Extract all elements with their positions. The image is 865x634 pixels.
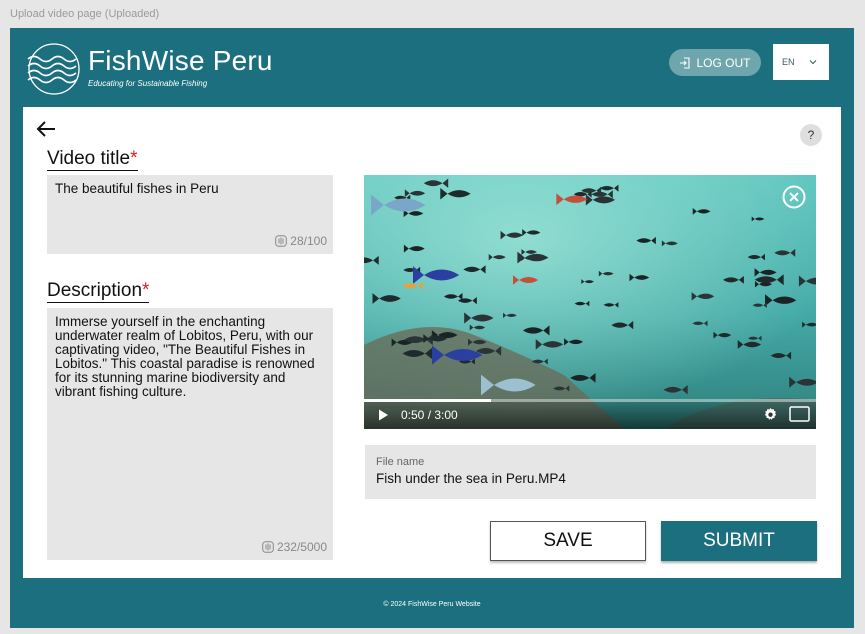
app-frame: FishWise Peru Educating for Sustainable … — [10, 28, 854, 628]
video-time: 0:50 / 3:00 — [401, 408, 458, 422]
save-button[interactable]: SAVE — [490, 521, 646, 561]
video-title-label-text: Video title — [47, 148, 131, 169]
footer-copyright: © 2024 FishWise Peru Website — [383, 601, 481, 608]
video-progress-fill — [364, 399, 491, 402]
help-button[interactable]: ? — [800, 124, 822, 146]
description-char-counter: 232/5000 — [262, 540, 327, 554]
submit-button[interactable]: SUBMIT — [661, 521, 817, 561]
counter-icon — [275, 235, 288, 247]
file-name-value: Fish under the sea in Peru.MP4 — [376, 471, 566, 486]
video-progress-bar[interactable] — [364, 399, 816, 402]
counter-icon — [262, 541, 274, 553]
chevron-down-icon — [809, 60, 817, 65]
description-label-text: Description — [47, 280, 143, 301]
video-title-value: The beautiful fishes in Peru — [55, 181, 219, 196]
brand-tagline: Educating for Sustainable Fishing — [88, 79, 208, 88]
description-textarea[interactable]: Immerse yourself in the enchanting under… — [47, 308, 333, 560]
upload-card: ? Video title* The beautiful fishes in P… — [23, 107, 841, 578]
file-name-label: File name — [376, 456, 425, 468]
video-title-input[interactable]: The beautiful fishes in Peru 28/100 — [47, 175, 333, 254]
brand-name: FishWise Peru — [88, 45, 273, 76]
fullscreen-icon[interactable] — [789, 406, 810, 422]
required-marker: * — [142, 280, 150, 301]
language-value: EN — [782, 57, 795, 67]
video-controls: 0:50 / 3:00 — [364, 399, 816, 429]
arrow-left-icon[interactable] — [35, 118, 57, 140]
description-counter-text: 232/5000 — [276, 540, 327, 554]
description-value: Immerse yourself in the enchanting under… — [55, 314, 315, 399]
title-char-counter: 28/100 — [275, 234, 327, 248]
description-label: Description* — [47, 280, 150, 303]
page-caption: Upload video page (Uploaded) — [10, 8, 160, 20]
video-player[interactable]: 0:50 / 3:00 — [364, 175, 816, 429]
video-title-label: Video title* — [47, 148, 138, 171]
required-marker: * — [130, 148, 138, 169]
brand-logo[interactable]: FishWise Peru Educating for Sustainable … — [26, 41, 272, 97]
title-counter-text: 28/100 — [290, 234, 327, 248]
language-select[interactable]: EN — [773, 44, 829, 80]
waves-logo-icon — [27, 43, 80, 95]
video-frame-image — [364, 175, 816, 429]
logout-icon — [680, 56, 691, 69]
gear-icon[interactable] — [763, 407, 778, 422]
file-name-field: File name Fish under the sea in Peru.MP4 — [365, 445, 816, 499]
logout-button[interactable]: LOG OUT — [669, 49, 761, 76]
logout-label: LOG OUT — [696, 55, 751, 70]
close-circle-icon[interactable] — [782, 185, 806, 209]
play-icon[interactable] — [376, 408, 390, 422]
